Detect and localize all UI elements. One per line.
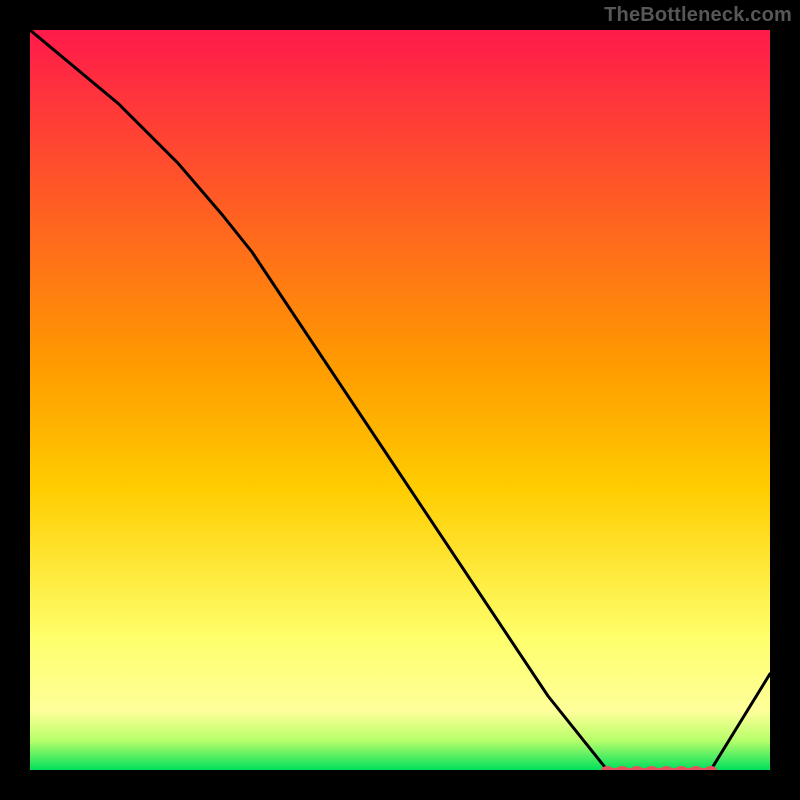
gradient-background <box>30 30 770 770</box>
attribution-label: TheBottleneck.com <box>604 4 792 27</box>
plot-area <box>30 30 770 770</box>
chart-svg <box>30 30 770 770</box>
chart-stage: TheBottleneck.com <box>0 0 800 800</box>
